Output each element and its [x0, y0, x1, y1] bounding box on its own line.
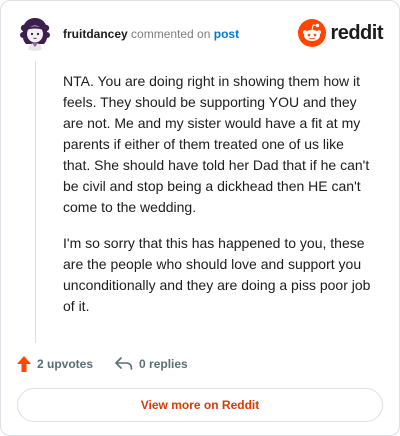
view-more-label: View more on Reddit [140, 398, 260, 412]
comment-paragraph: I'm so sorry that this has happened to y… [63, 235, 371, 314]
thread-line [35, 61, 36, 343]
post-link[interactable]: post [214, 27, 239, 41]
reddit-brand[interactable]: reddit [298, 17, 383, 49]
comment-header: fruitdancey commented on post reddit [17, 15, 383, 51]
upvote-button[interactable]: 2 upvotes [17, 356, 93, 372]
comment-actions: 2 upvotes 0 replies [17, 353, 210, 375]
avatar[interactable] [17, 15, 53, 51]
comment-paragraph: NTA. You are doing right in showing them… [63, 73, 370, 215]
reply-arrow-icon [115, 357, 133, 370]
username[interactable]: fruitdancey [63, 27, 128, 41]
view-more-button[interactable]: View more on Reddit [17, 388, 383, 422]
upvote-count: 2 upvotes [37, 357, 94, 371]
reply-button[interactable]: 0 replies [115, 357, 188, 371]
reply-count: 0 replies [139, 357, 188, 371]
reddit-logo-icon [298, 19, 327, 47]
commented-on-text: commented on [131, 27, 211, 41]
comment-card: fruitdancey commented on post reddit NTA… [0, 0, 400, 436]
avatar-icon [17, 15, 53, 51]
comment-body: NTA. You are doing right in showing them… [63, 71, 375, 332]
reddit-wordmark: reddit [330, 21, 383, 44]
comment-meta: fruitdancey commented on post [63, 27, 239, 41]
upvote-arrow-icon [17, 356, 31, 372]
